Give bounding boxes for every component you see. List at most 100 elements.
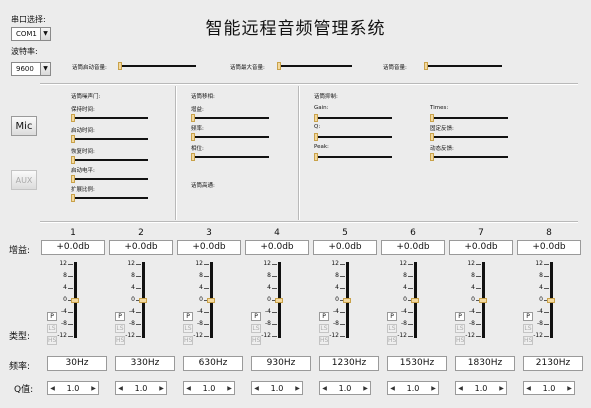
gate-attack-slider[interactable] [71, 135, 148, 143]
filter-type-hs-button[interactable]: HS [319, 336, 329, 345]
gain-fader-knob[interactable] [411, 298, 419, 303]
mic-volume-slider[interactable] [424, 62, 502, 70]
frequency-field[interactable]: 930Hz [251, 356, 311, 371]
dynamic-feedback-slider[interactable] [430, 153, 508, 161]
filter-type-ls-button[interactable]: LS [455, 324, 465, 333]
filter-type-hs-button[interactable]: HS [251, 336, 261, 345]
aux-button[interactable]: AUX [11, 170, 37, 190]
filter-type-p-button[interactable]: P [387, 312, 397, 321]
gain-field[interactable]: +0.0db [313, 240, 377, 255]
fixed-feedback-slider[interactable] [430, 133, 508, 141]
gain-field[interactable]: +0.0db [245, 240, 309, 255]
q-spinner[interactable]: ◀ 1.0 ▶ [47, 381, 99, 395]
arrow-right-icon[interactable]: ▶ [361, 385, 370, 392]
q-spinner[interactable]: ◀ 1.0 ▶ [183, 381, 235, 395]
gate-hold-slider[interactable] [71, 114, 148, 122]
arrow-right-icon[interactable]: ▶ [225, 385, 234, 392]
shift-freq-slider[interactable] [191, 133, 269, 141]
scale-tick [476, 324, 481, 325]
arrow-left-icon[interactable]: ◀ [184, 385, 193, 392]
gain-fader-knob[interactable] [479, 298, 487, 303]
scale-label: 4 [403, 284, 407, 291]
filter-type-p-button[interactable]: P [523, 312, 533, 321]
arrow-left-icon[interactable]: ◀ [320, 385, 329, 392]
filter-type-hs-button[interactable]: HS [387, 336, 397, 345]
gain-field[interactable]: +0.0db [177, 240, 241, 255]
q-spinner[interactable]: ◀ 1.0 ▶ [319, 381, 371, 395]
q-value: 1.0 [338, 383, 352, 393]
q-spinner[interactable]: ◀ 1.0 ▶ [387, 381, 439, 395]
q-spinner[interactable]: ◀ 1.0 ▶ [455, 381, 507, 395]
eq-gain-row-label: 增益: [9, 246, 31, 256]
mic-start-volume-slider[interactable] [118, 62, 196, 70]
frequency-field[interactable]: 2130Hz [523, 356, 583, 371]
filter-type-ls-button[interactable]: LS [183, 324, 193, 333]
shift-gain-slider[interactable] [191, 114, 269, 122]
gate-release-slider[interactable] [71, 156, 148, 164]
arrow-right-icon[interactable]: ▶ [89, 385, 98, 392]
filter-type-hs-button[interactable]: HS [183, 336, 193, 345]
filter-type-hs-button[interactable]: HS [115, 336, 125, 345]
frequency-field[interactable]: 30Hz [47, 356, 107, 371]
baud-select[interactable]: 9600 ▼ [11, 62, 51, 76]
gate-threshold-slider[interactable] [71, 175, 148, 183]
filter-type-ls-button[interactable]: LS [115, 324, 125, 333]
q-spinner[interactable]: ◀ 1.0 ▶ [115, 381, 167, 395]
arrow-left-icon[interactable]: ◀ [388, 385, 397, 392]
gain-fader-knob[interactable] [343, 298, 351, 303]
filter-type-ls-button[interactable]: LS [387, 324, 397, 333]
gain-field[interactable]: +0.0db [517, 240, 581, 255]
mic-button[interactable]: Mic [11, 116, 37, 136]
gain-fader-knob[interactable] [207, 298, 215, 303]
gain-field[interactable]: +0.0db [109, 240, 173, 255]
frequency-field[interactable]: 1830Hz [455, 356, 515, 371]
filter-type-p-button[interactable]: P [251, 312, 261, 321]
filter-type-p-button[interactable]: P [319, 312, 329, 321]
gain-fader-knob[interactable] [139, 298, 147, 303]
arrow-left-icon[interactable]: ◀ [456, 385, 465, 392]
suppress-gain-slider[interactable] [314, 114, 392, 122]
q-spinner[interactable]: ◀ 1.0 ▶ [251, 381, 303, 395]
frequency-field[interactable]: 630Hz [183, 356, 243, 371]
filter-type-ls-button[interactable]: LS [47, 324, 57, 333]
gain-field[interactable]: +0.0db [449, 240, 513, 255]
arrow-left-icon[interactable]: ◀ [524, 385, 533, 392]
frequency-field[interactable]: 330Hz [115, 356, 175, 371]
gain-fader-knob[interactable] [275, 298, 283, 303]
frequency-field[interactable]: 1230Hz [319, 356, 379, 371]
filter-type-hs-button[interactable]: HS [47, 336, 57, 345]
frequency-field[interactable]: 1530Hz [387, 356, 447, 371]
arrow-left-icon[interactable]: ◀ [116, 385, 125, 392]
filter-type-hs-button[interactable]: HS [455, 336, 465, 345]
gain-field[interactable]: +0.0db [41, 240, 105, 255]
arrow-right-icon[interactable]: ▶ [293, 385, 302, 392]
arrow-right-icon[interactable]: ▶ [565, 385, 574, 392]
filter-type-p-button[interactable]: P [47, 312, 57, 321]
arrow-left-icon[interactable]: ◀ [48, 385, 57, 392]
suppress-times-slider[interactable] [430, 114, 508, 122]
filter-type-hs-button[interactable]: HS [523, 336, 533, 345]
arrow-left-icon[interactable]: ◀ [252, 385, 261, 392]
q-spinner[interactable]: ◀ 1.0 ▶ [523, 381, 575, 395]
suppress-peak-slider[interactable] [314, 153, 392, 161]
filter-type-ls-button[interactable]: LS [319, 324, 329, 333]
shift-phase-slider[interactable] [191, 153, 269, 161]
arrow-right-icon[interactable]: ▶ [497, 385, 506, 392]
filter-type-ls-button[interactable]: LS [523, 324, 533, 333]
scale-tick [544, 264, 549, 265]
gate-ratio-slider[interactable] [71, 194, 148, 202]
scale-tick [68, 276, 73, 277]
arrow-right-icon[interactable]: ▶ [429, 385, 438, 392]
gain-fader-knob[interactable] [547, 298, 555, 303]
suppress-q-slider[interactable] [314, 133, 392, 141]
filter-type-p-button[interactable]: P [115, 312, 125, 321]
gain-fader-knob[interactable] [71, 298, 79, 303]
mic-max-volume-slider[interactable] [277, 62, 352, 70]
gain-field[interactable]: +0.0db [381, 240, 445, 255]
eq-divider [40, 221, 578, 223]
filter-type-p-button[interactable]: P [183, 312, 193, 321]
filter-type-ls-button[interactable]: LS [251, 324, 261, 333]
chevron-down-icon[interactable]: ▼ [40, 63, 50, 75]
arrow-right-icon[interactable]: ▶ [157, 385, 166, 392]
filter-type-p-button[interactable]: P [455, 312, 465, 321]
